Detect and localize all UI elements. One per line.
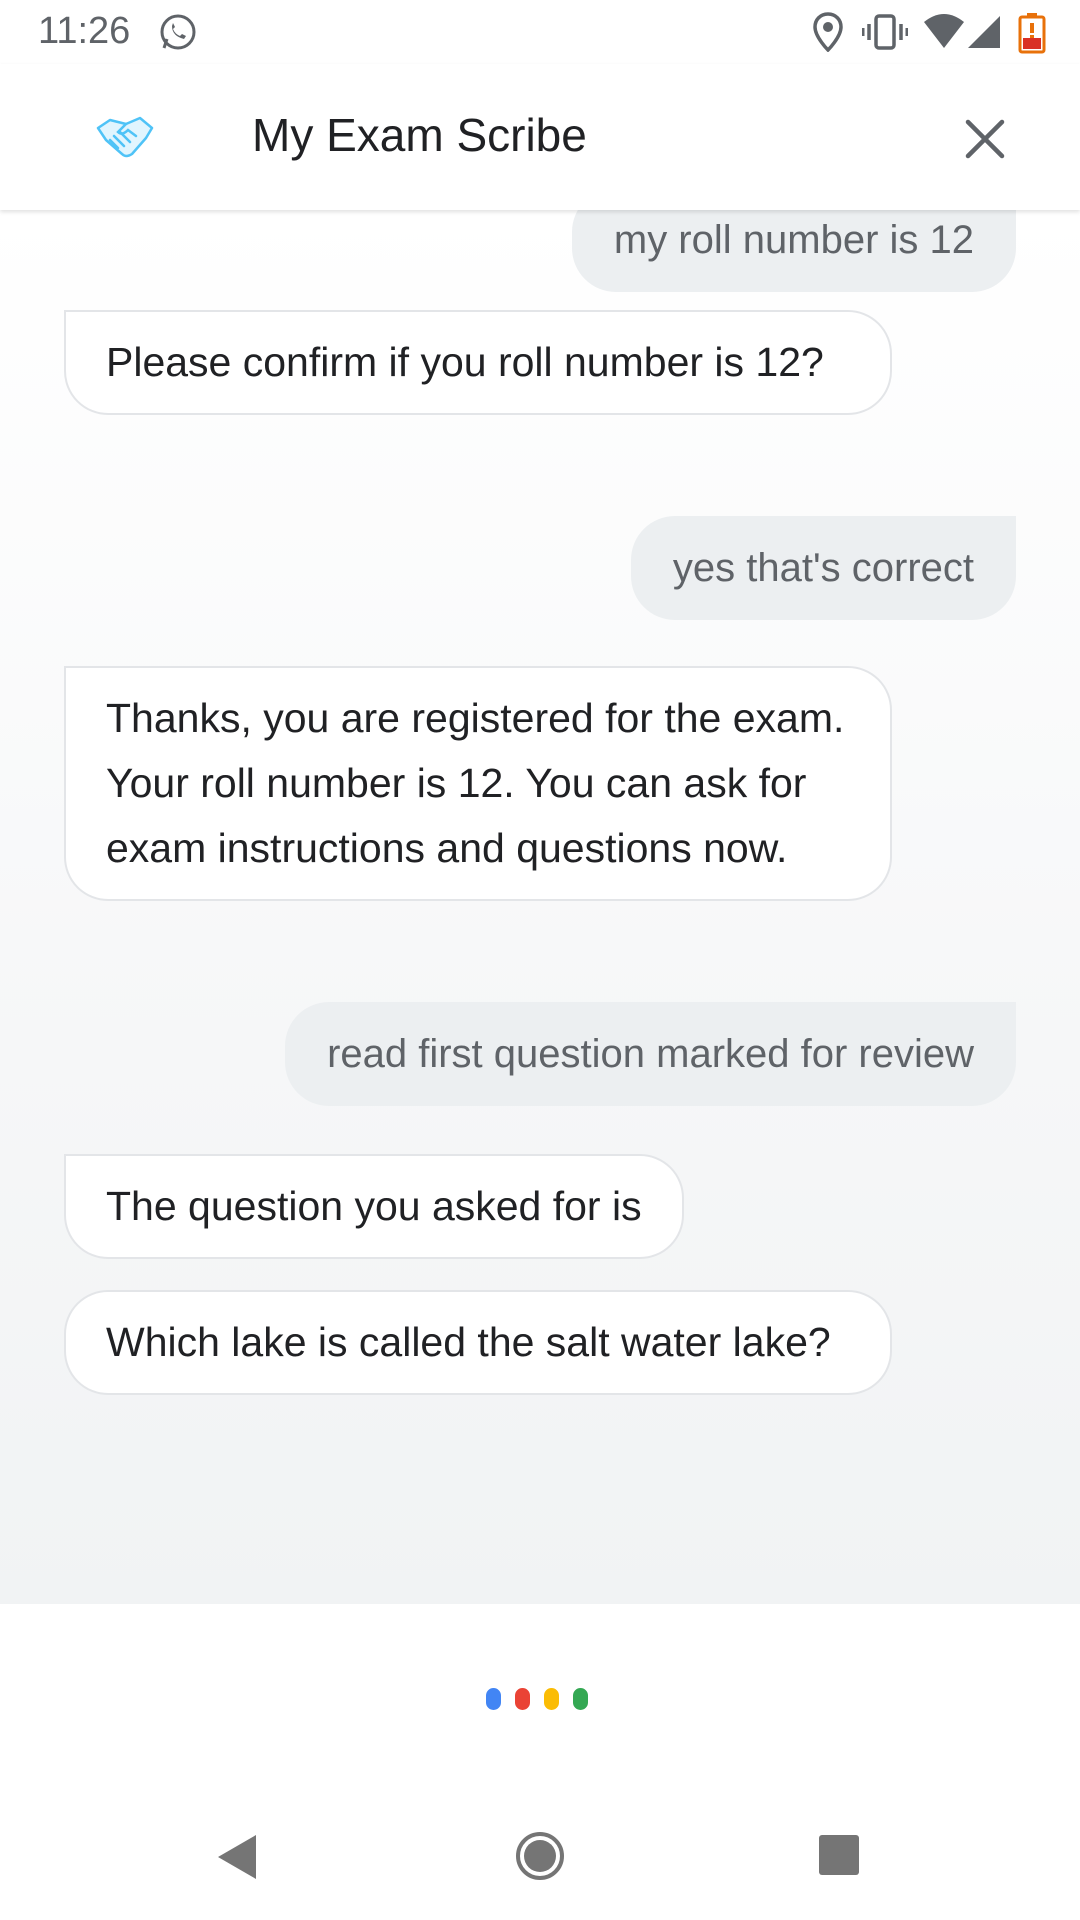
- recents-icon: [819, 1835, 859, 1875]
- assistant-message-text: Thanks, you are registered for the exam.…: [106, 695, 845, 871]
- app-title: My Exam Scribe: [252, 109, 587, 161]
- navigation-bar: [0, 1800, 1080, 1920]
- app-bar: My Exam Scribe: [0, 64, 1080, 210]
- dot-red: [515, 1688, 530, 1710]
- chat-thread[interactable]: my roll number is 12 Please confirm if y…: [0, 210, 1080, 1604]
- user-message: my roll number is 12: [571, 210, 1016, 292]
- home-icon: [516, 1832, 564, 1880]
- assistant-mic-dots[interactable]: [486, 1688, 588, 1710]
- user-message-text: yes that's correct: [672, 546, 974, 590]
- close-icon: [965, 119, 1005, 159]
- assistant-message: The question you asked for is: [64, 1154, 684, 1259]
- assistant-message: Which lake is called the salt water lake…: [64, 1290, 892, 1395]
- location-icon: [812, 12, 844, 57]
- assistant-message: Please confirm if you roll number is 12?: [64, 310, 892, 415]
- assistant-message-text: The question you asked for is: [106, 1183, 642, 1229]
- close-button[interactable]: [960, 114, 1010, 164]
- user-message-text: my roll number is 12: [613, 218, 974, 262]
- assistant-message: Thanks, you are registered for the exam.…: [64, 666, 892, 901]
- wifi-icon: [922, 12, 966, 57]
- user-message: yes that's correct: [630, 516, 1016, 620]
- assistant-message-text: Please confirm if you roll number is 12?: [106, 339, 824, 385]
- dot-blue: [486, 1688, 501, 1710]
- dot-green: [573, 1688, 588, 1710]
- user-message-text: read first question marked for review: [327, 1032, 974, 1076]
- status-bar: 11:26: [0, 0, 1080, 64]
- status-time: 11:26: [38, 10, 131, 52]
- back-button[interactable]: [214, 1832, 260, 1887]
- battery-low-icon: [1018, 12, 1046, 59]
- whatsapp-icon: [158, 12, 198, 57]
- home-button[interactable]: [514, 1830, 566, 1887]
- back-icon: [218, 1835, 256, 1879]
- recents-button[interactable]: [818, 1834, 860, 1881]
- user-message: read first question marked for review: [285, 1002, 1016, 1106]
- dot-yellow: [544, 1688, 559, 1710]
- handshake-icon: [96, 114, 154, 165]
- assistant-message-text: Which lake is called the salt water lake…: [106, 1319, 831, 1365]
- signal-icon: [966, 12, 1002, 57]
- vibrate-icon: [861, 12, 909, 57]
